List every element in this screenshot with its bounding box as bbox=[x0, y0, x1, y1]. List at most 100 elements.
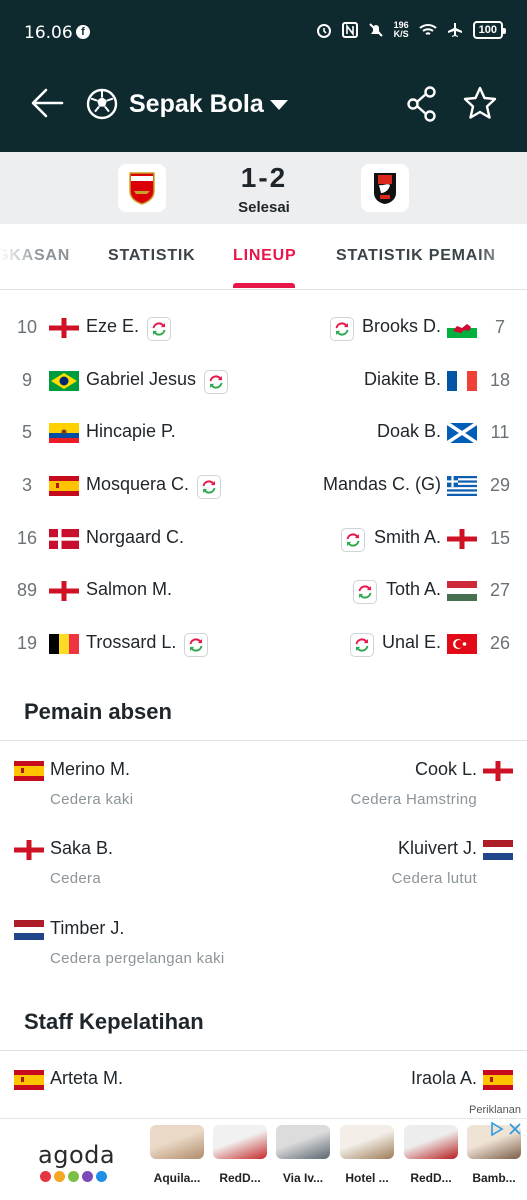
bournemouth-crest-icon bbox=[374, 173, 396, 204]
arsenal-crest-icon bbox=[129, 172, 155, 205]
ad-hotel-card[interactable]: Hotel ... bbox=[340, 1125, 394, 1185]
network-speed-unit: K/S bbox=[393, 29, 409, 39]
ad-hotel-card[interactable]: Via Iv... bbox=[276, 1125, 330, 1185]
ad-hotel-card[interactable]: RedD... bbox=[213, 1125, 267, 1185]
absent-player-row: Saka B. Cedera Kluivert J. Cedera lutut bbox=[0, 836, 527, 896]
home-team-badge[interactable] bbox=[118, 164, 166, 212]
agoda-logo-dots bbox=[40, 1171, 107, 1182]
hotel-name: Aquila... bbox=[153, 1171, 201, 1185]
flag-brazil-icon bbox=[49, 371, 79, 391]
substitution-icon bbox=[197, 475, 222, 499]
flag-belgium-icon bbox=[49, 634, 79, 654]
lineup-row: 19 Trossard L. Unal E. 26 bbox=[0, 624, 527, 664]
advertisement-banner[interactable]: agoda Aquila... RedD... Via Iv... Hotel ...… bbox=[0, 1118, 527, 1200]
ad-hotel-card[interactable]: Aquila... bbox=[150, 1125, 204, 1185]
mute-icon bbox=[368, 23, 383, 37]
status-bar: 16.06 f 196 K/S 100 bbox=[0, 0, 527, 64]
flag-turkey-icon bbox=[447, 634, 477, 654]
tab-statistik[interactable]: STATISTIK bbox=[108, 247, 196, 265]
flag-hungary-icon bbox=[447, 581, 477, 601]
home-absent-reason: Cedera kaki bbox=[50, 791, 134, 808]
lineup-row: 5 Hincapie P. Doak B. 11 bbox=[0, 413, 527, 453]
flag-spain-icon bbox=[49, 476, 79, 496]
home-player-number: 89 bbox=[16, 580, 38, 600]
flag-scotland-icon bbox=[447, 423, 477, 443]
match-status: Selesai bbox=[238, 199, 290, 216]
divider bbox=[0, 1050, 527, 1051]
substitution-icon bbox=[349, 633, 374, 657]
flag-england-icon bbox=[483, 761, 513, 781]
flag-spain-icon bbox=[483, 1070, 513, 1090]
flag-england-icon bbox=[14, 840, 44, 860]
away-player-number: 7 bbox=[494, 317, 505, 337]
hotel-thumbnail bbox=[340, 1125, 394, 1159]
score-bar: 1-2 Selesai bbox=[0, 152, 527, 224]
chevron-down-icon[interactable] bbox=[270, 100, 288, 110]
flag-spain-icon bbox=[14, 1070, 44, 1090]
substitution-icon bbox=[352, 580, 377, 604]
home-player-name[interactable]: Eze E. bbox=[86, 316, 139, 337]
away-player-name[interactable]: Toth A. bbox=[386, 579, 441, 600]
close-ad-icon[interactable] bbox=[507, 1121, 523, 1137]
sport-selector-title[interactable]: Sepak Bola bbox=[129, 90, 264, 119]
lineup-row: 16 Norgaard C. Smith A. 15 bbox=[0, 519, 527, 559]
home-absent-player-name[interactable]: Timber J. bbox=[50, 918, 124, 939]
home-player-name[interactable]: Hincapie P. bbox=[86, 421, 176, 442]
tab-lineup[interactable]: LINEUP bbox=[233, 247, 296, 265]
home-absent-player-name[interactable]: Saka B. bbox=[50, 838, 113, 859]
absent-player-row: Timber J. Cedera pergelangan kaki bbox=[0, 916, 527, 976]
away-absent-player-name[interactable]: Cook L. bbox=[415, 759, 477, 780]
home-player-number: 9 bbox=[21, 370, 32, 390]
tab-statistik-pemain[interactable]: STATISTIK PEMAIN bbox=[336, 247, 496, 265]
away-player-name[interactable]: Doak B. bbox=[377, 421, 441, 442]
home-player-number: 3 bbox=[21, 475, 32, 495]
flag-greece-icon bbox=[447, 476, 477, 496]
home-player-name[interactable]: Mosquera C. bbox=[86, 474, 189, 495]
flag-denmark-icon bbox=[49, 529, 79, 549]
away-player-number: 18 bbox=[489, 370, 511, 390]
away-absent-player-name[interactable]: Kluivert J. bbox=[398, 838, 477, 859]
match-score: 1-2 bbox=[240, 162, 288, 193]
adchoices-icon[interactable] bbox=[489, 1121, 505, 1137]
app-header: Sepak Bola bbox=[0, 64, 527, 152]
away-player-name[interactable]: Unal E. bbox=[382, 632, 441, 653]
home-player-number: 5 bbox=[21, 422, 32, 442]
back-arrow-icon[interactable] bbox=[30, 86, 64, 120]
away-team-badge[interactable] bbox=[361, 164, 409, 212]
ad-hotel-card[interactable]: RedD... bbox=[404, 1125, 458, 1185]
wifi-icon bbox=[418, 24, 437, 35]
ad-choices[interactable] bbox=[489, 1121, 523, 1137]
home-player-name[interactable]: Gabriel Jesus bbox=[86, 369, 196, 390]
hotel-thumbnail bbox=[213, 1125, 267, 1159]
away-absent-reason: Cedera lutut bbox=[391, 870, 477, 887]
home-player-name[interactable]: Trossard L. bbox=[86, 632, 176, 653]
away-player-number: 29 bbox=[489, 475, 511, 495]
flag-ecuador-icon bbox=[49, 423, 79, 443]
away-player-name[interactable]: Diakite B. bbox=[364, 369, 441, 390]
away-coach-name[interactable]: Iraola A. bbox=[411, 1068, 477, 1089]
share-icon[interactable] bbox=[406, 86, 438, 122]
away-player-name[interactable]: Smith A. bbox=[374, 527, 441, 548]
favorite-star-icon[interactable] bbox=[463, 86, 497, 120]
soccer-ball-icon[interactable] bbox=[86, 88, 118, 120]
status-icons: 196 K/S 100 bbox=[316, 21, 507, 39]
away-player-name[interactable]: Brooks D. bbox=[362, 316, 441, 337]
flag-england-icon bbox=[447, 529, 477, 549]
lineup-row: 9 Gabriel Jesus Diakite B. 18 bbox=[0, 361, 527, 401]
away-absent-reason: Cedera Hamstring bbox=[350, 791, 477, 808]
home-absent-player-name[interactable]: Merino M. bbox=[50, 759, 130, 780]
flag-netherlands-icon bbox=[483, 840, 513, 860]
lineup-row: 10 Eze E. Brooks D. 7 bbox=[0, 308, 527, 348]
away-player-name[interactable]: Mandas C. (G) bbox=[323, 474, 441, 495]
home-coach-name[interactable]: Arteta M. bbox=[50, 1068, 123, 1089]
flag-france-icon bbox=[447, 371, 477, 391]
agoda-logo: agoda bbox=[38, 1141, 116, 1169]
tabs-fade-left bbox=[0, 224, 40, 289]
flag-wales-icon bbox=[447, 318, 477, 338]
home-player-name[interactable]: Norgaard C. bbox=[86, 527, 184, 548]
home-player-name[interactable]: Salmon M. bbox=[86, 579, 172, 600]
ad-label: Periklanan bbox=[469, 1104, 521, 1116]
match-tabs: GKASAN STATISTIK LINEUP STATISTIK PEMAIN bbox=[0, 224, 527, 290]
hotel-name: Hotel ... bbox=[345, 1171, 389, 1185]
away-player-number: 27 bbox=[489, 580, 511, 600]
